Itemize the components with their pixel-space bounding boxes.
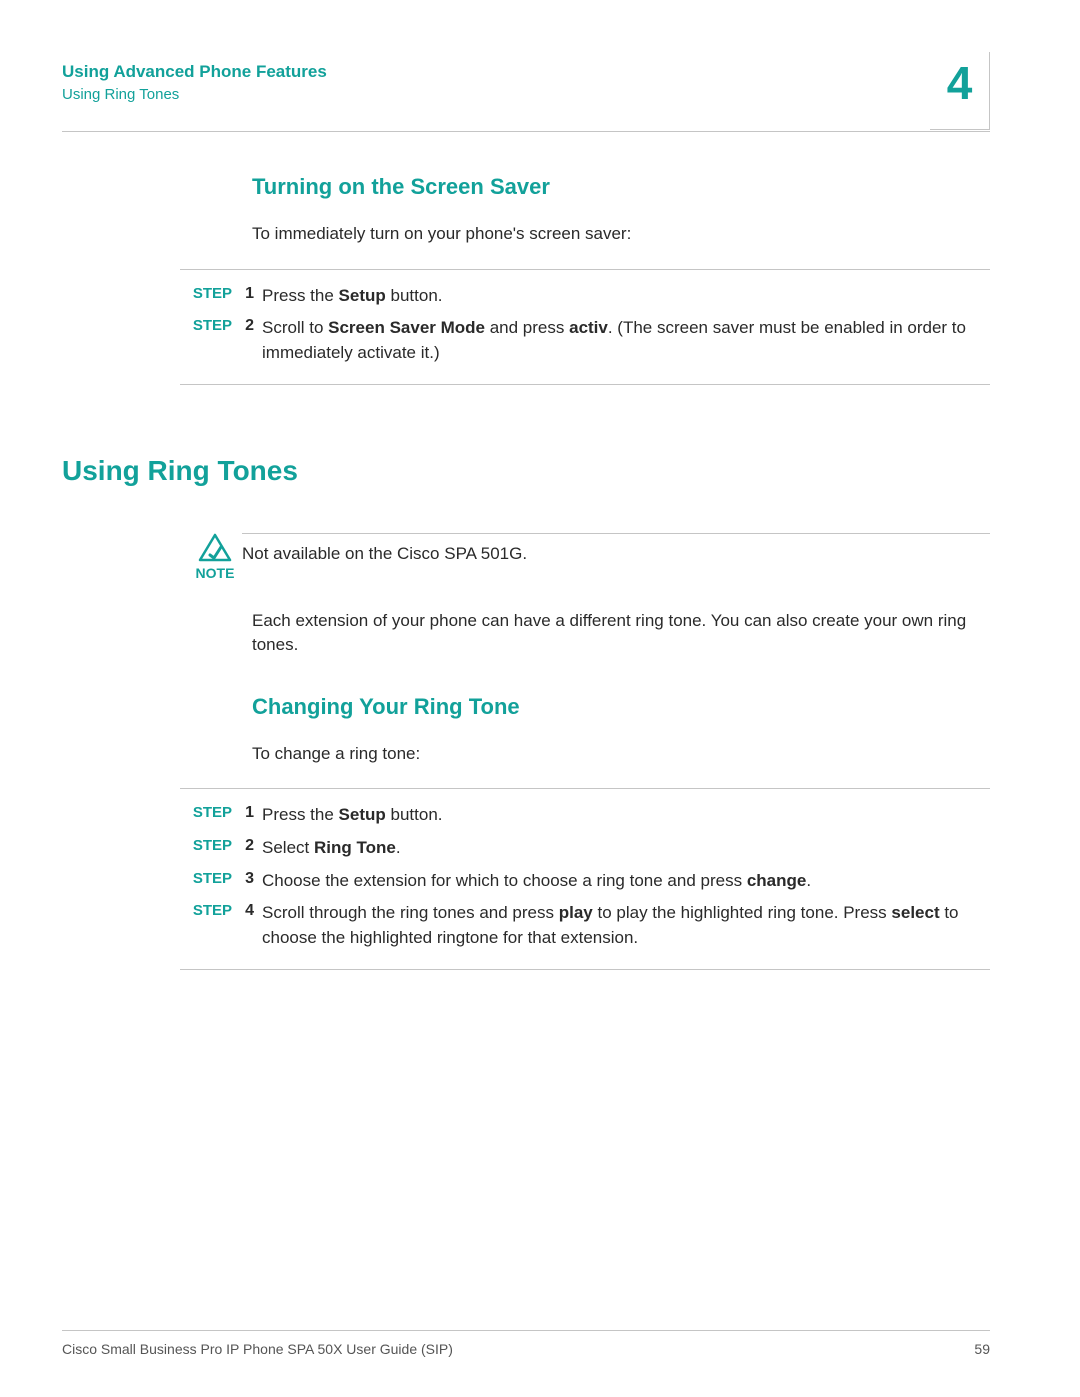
step-text: Choose the extension for which to choose…: [262, 869, 990, 894]
step-text: Scroll to Screen Saver Mode and press ac…: [262, 316, 990, 365]
header-divider: [62, 131, 990, 132]
footer-title: Cisco Small Business Pro IP Phone SPA 50…: [62, 1341, 453, 1357]
step-divider: [180, 269, 990, 270]
footer-divider: [62, 1330, 990, 1331]
section-heading-major: Using Ring Tones: [62, 455, 990, 487]
step-label: STEP: [180, 901, 236, 919]
step-number: 4: [236, 901, 254, 920]
header-title: Using Advanced Phone Features: [62, 62, 990, 82]
page-header: Using Advanced Phone Features Using Ring…: [62, 62, 990, 103]
document-page: Using Advanced Phone Features Using Ring…: [0, 0, 1080, 1397]
step-number: 1: [236, 803, 254, 822]
step-label: STEP: [180, 869, 236, 887]
chapter-number-box: 4: [930, 52, 990, 130]
step-row: STEP 2 Scroll to Screen Saver Mode and p…: [252, 316, 990, 365]
chapter-number: 4: [930, 52, 989, 114]
step-text: Scroll through the ring tones and press …: [262, 901, 990, 950]
step-row: STEP 1 Press the Setup button.: [252, 284, 990, 309]
step-label: STEP: [180, 284, 236, 302]
step-number: 1: [236, 284, 254, 303]
step-text: Press the Setup button.: [262, 803, 990, 828]
step-row: STEP 1 Press the Setup button.: [252, 803, 990, 828]
section-heading: Turning on the Screen Saver: [252, 174, 990, 200]
step-number: 3: [236, 869, 254, 888]
note-right: Not available on the Cisco SPA 501G.: [242, 533, 990, 566]
step-divider: [180, 969, 990, 970]
section-body-text: Each extension of your phone can have a …: [252, 609, 990, 658]
step-list: STEP 1 Press the Setup button. STEP 2 Sc…: [252, 269, 990, 385]
note-icon: [188, 533, 242, 563]
step-label: STEP: [180, 803, 236, 821]
section-heading: Changing Your Ring Tone: [252, 694, 990, 720]
step-number: 2: [236, 836, 254, 855]
step-list: STEP 1 Press the Setup button. STEP 2 Se…: [252, 788, 990, 969]
header-subtitle: Using Ring Tones: [62, 86, 990, 103]
note-left: NOTE: [188, 533, 242, 581]
footer-row: Cisco Small Business Pro IP Phone SPA 50…: [62, 1341, 990, 1357]
step-row: STEP 3 Choose the extension for which to…: [252, 869, 990, 894]
step-label: STEP: [180, 316, 236, 334]
step-divider: [180, 384, 990, 385]
section-ring-tones-body: NOTE Not available on the Cisco SPA 501G…: [62, 533, 990, 970]
section-intro: To immediately turn on your phone's scre…: [252, 222, 990, 247]
section-screen-saver: Turning on the Screen Saver To immediate…: [62, 174, 990, 385]
section-ring-tones: Using Ring Tones: [62, 455, 990, 487]
step-number: 2: [236, 316, 254, 335]
note-block: NOTE Not available on the Cisco SPA 501G…: [252, 533, 990, 581]
step-row: STEP 4 Scroll through the ring tones and…: [252, 901, 990, 950]
step-label: STEP: [180, 836, 236, 854]
step-row: STEP 2 Select Ring Tone.: [252, 836, 990, 861]
section-intro: To change a ring tone:: [252, 742, 990, 767]
page-number: 59: [974, 1341, 990, 1357]
note-text: Not available on the Cisco SPA 501G.: [242, 542, 990, 566]
page-footer: Cisco Small Business Pro IP Phone SPA 50…: [62, 1330, 990, 1357]
step-text: Press the Setup button.: [262, 284, 990, 309]
note-divider: [242, 533, 990, 534]
step-text: Select Ring Tone.: [262, 836, 990, 861]
step-divider: [180, 788, 990, 789]
note-label: NOTE: [188, 565, 242, 581]
